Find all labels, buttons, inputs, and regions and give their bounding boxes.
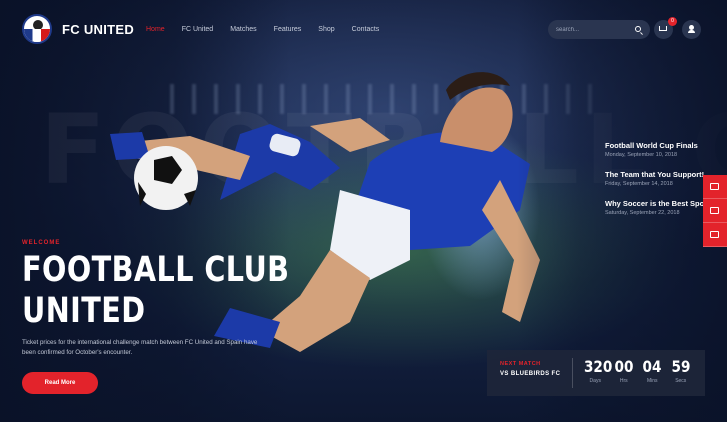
news-item[interactable]: Why Soccer is the Best Sport Saturday, S… xyxy=(605,199,713,216)
news-item[interactable]: Football World Cup Finals Monday, Septem… xyxy=(605,141,713,158)
cart-count-badge: 0 xyxy=(668,17,677,26)
club-crest-icon xyxy=(22,14,52,44)
hero-title: FOOTBALL CLUB UNITED xyxy=(22,250,293,332)
crest-band xyxy=(24,29,50,42)
news-date: Monday, September 10, 2018 xyxy=(605,152,678,158)
side-card-button[interactable] xyxy=(703,223,727,247)
side-cart-button[interactable] xyxy=(703,175,727,199)
nav-shop[interactable]: Shop xyxy=(318,26,334,33)
search-box xyxy=(548,20,650,39)
user-icon xyxy=(688,25,695,33)
side-action-tabs xyxy=(703,175,727,247)
nav-home[interactable]: Home xyxy=(146,26,165,33)
cart-side-icon xyxy=(710,183,719,190)
news-item[interactable]: The Team that You Support! Friday, Septe… xyxy=(605,170,713,187)
countdown-value: 59 xyxy=(671,357,691,376)
next-match-label: NEXT MATCH xyxy=(500,361,541,367)
user-button[interactable] xyxy=(682,20,701,39)
countdown-unit: Days xyxy=(589,378,601,384)
wallet-icon xyxy=(710,207,719,214)
hero-description: Ticket prices for the international chal… xyxy=(22,339,258,356)
hero-title-line1: FOOTBALL CLUB xyxy=(22,250,290,290)
news-title[interactable]: Why Soccer is the Best Sport xyxy=(605,199,713,209)
main-nav: Home FC United Matches Features Shop Con… xyxy=(146,26,396,33)
news-date: Friday, September 14, 2018 xyxy=(605,181,673,187)
nav-fc-united[interactable]: FC United xyxy=(182,26,214,33)
side-wallet-button[interactable] xyxy=(703,199,727,223)
countdown-value: 00 xyxy=(614,357,634,376)
countdown: 320 Days 00 Hrs 04 Mins 59 Secs xyxy=(573,350,705,396)
countdown-minutes: 04 Mins xyxy=(639,358,665,396)
read-more-button[interactable]: Read More xyxy=(22,372,98,394)
nav-contacts[interactable]: Contacts xyxy=(352,26,380,33)
next-match-opponent: VS BLUEBIRDS FC xyxy=(500,371,561,377)
card-icon xyxy=(710,231,719,238)
countdown-value: 320 xyxy=(584,357,613,376)
next-match-info: NEXT MATCH VS BLUEBIRDS FC xyxy=(487,350,572,396)
countdown-hours: 00 Hrs xyxy=(611,358,637,396)
nav-features[interactable]: Features xyxy=(274,26,302,33)
news-date: Saturday, September 22, 2018 xyxy=(605,210,680,216)
countdown-days: 320 Days xyxy=(582,357,613,396)
news-list: Football World Cup Finals Monday, Septem… xyxy=(605,141,713,228)
search-icon[interactable] xyxy=(635,26,641,32)
countdown-unit: Secs xyxy=(675,378,687,384)
news-title[interactable]: The Team that You Support! xyxy=(605,170,713,180)
next-match-panel: NEXT MATCH VS BLUEBIRDS FC 320 Days 00 H… xyxy=(487,350,705,396)
welcome-label: WELCOME xyxy=(22,240,61,246)
search-input[interactable] xyxy=(556,26,626,33)
cart-icon xyxy=(659,26,667,31)
countdown-unit: Hrs xyxy=(619,378,628,384)
countdown-value: 04 xyxy=(642,357,662,376)
hero-title-line2: UNITED xyxy=(22,291,146,331)
brand-name: FC UNITED xyxy=(62,21,135,37)
countdown-unit: Mins xyxy=(646,378,658,384)
logo[interactable]: FC UNITED xyxy=(22,14,134,44)
news-title[interactable]: Football World Cup Finals xyxy=(605,141,713,151)
nav-matches[interactable]: Matches xyxy=(230,26,256,33)
countdown-seconds: 59 Secs xyxy=(668,358,694,396)
